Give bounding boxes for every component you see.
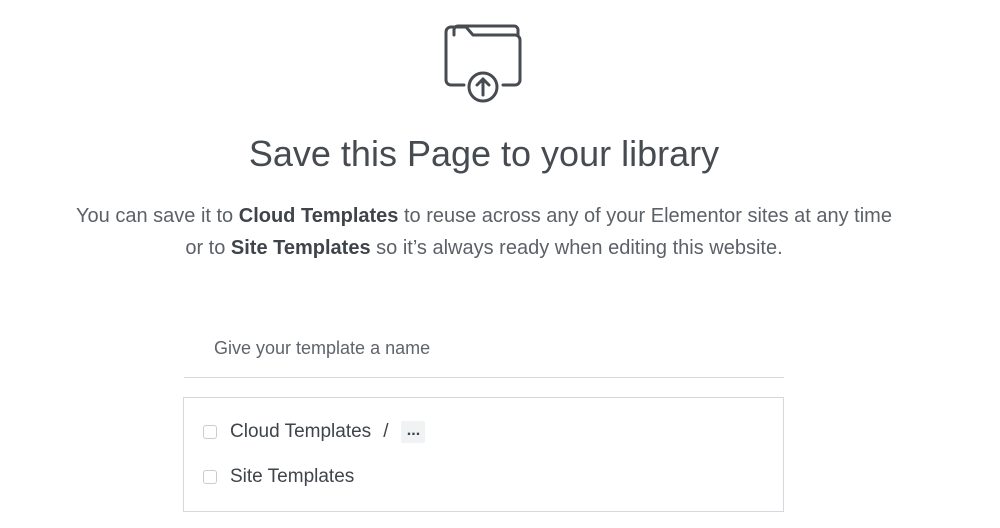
folder-upload-icon [444, 24, 522, 103]
description-text: so it’s always ready when editing this w… [370, 237, 783, 259]
description-text: to reuse across any of your Elementor si… [398, 205, 892, 227]
cloud-templates-option[interactable]: Cloud Templates / ... [203, 420, 426, 444]
site-templates-label[interactable]: Site Templates [230, 466, 354, 488]
dialog-title: Save this Page to your library [248, 133, 720, 174]
path-separator: / [383, 421, 389, 442]
save-location-panel: Cloud Templates / ... Site Templates [183, 397, 784, 512]
site-templates-option[interactable]: Site Templates [203, 465, 354, 489]
site-templates-emphasis: Site Templates [230, 237, 371, 259]
cloud-templates-checkbox[interactable] [203, 425, 217, 439]
description-text: You can save it to [76, 205, 239, 227]
dialog-description: You can save it to Cloud Templates to re… [0, 200, 968, 264]
description-text: or to [185, 237, 231, 259]
cloud-folder-picker-button[interactable]: ... [401, 421, 426, 443]
template-name-input[interactable] [184, 320, 784, 378]
cloud-templates-emphasis: Cloud Templates [238, 205, 399, 227]
site-templates-checkbox[interactable] [203, 470, 217, 484]
cloud-templates-label[interactable]: Cloud Templates [230, 421, 371, 443]
